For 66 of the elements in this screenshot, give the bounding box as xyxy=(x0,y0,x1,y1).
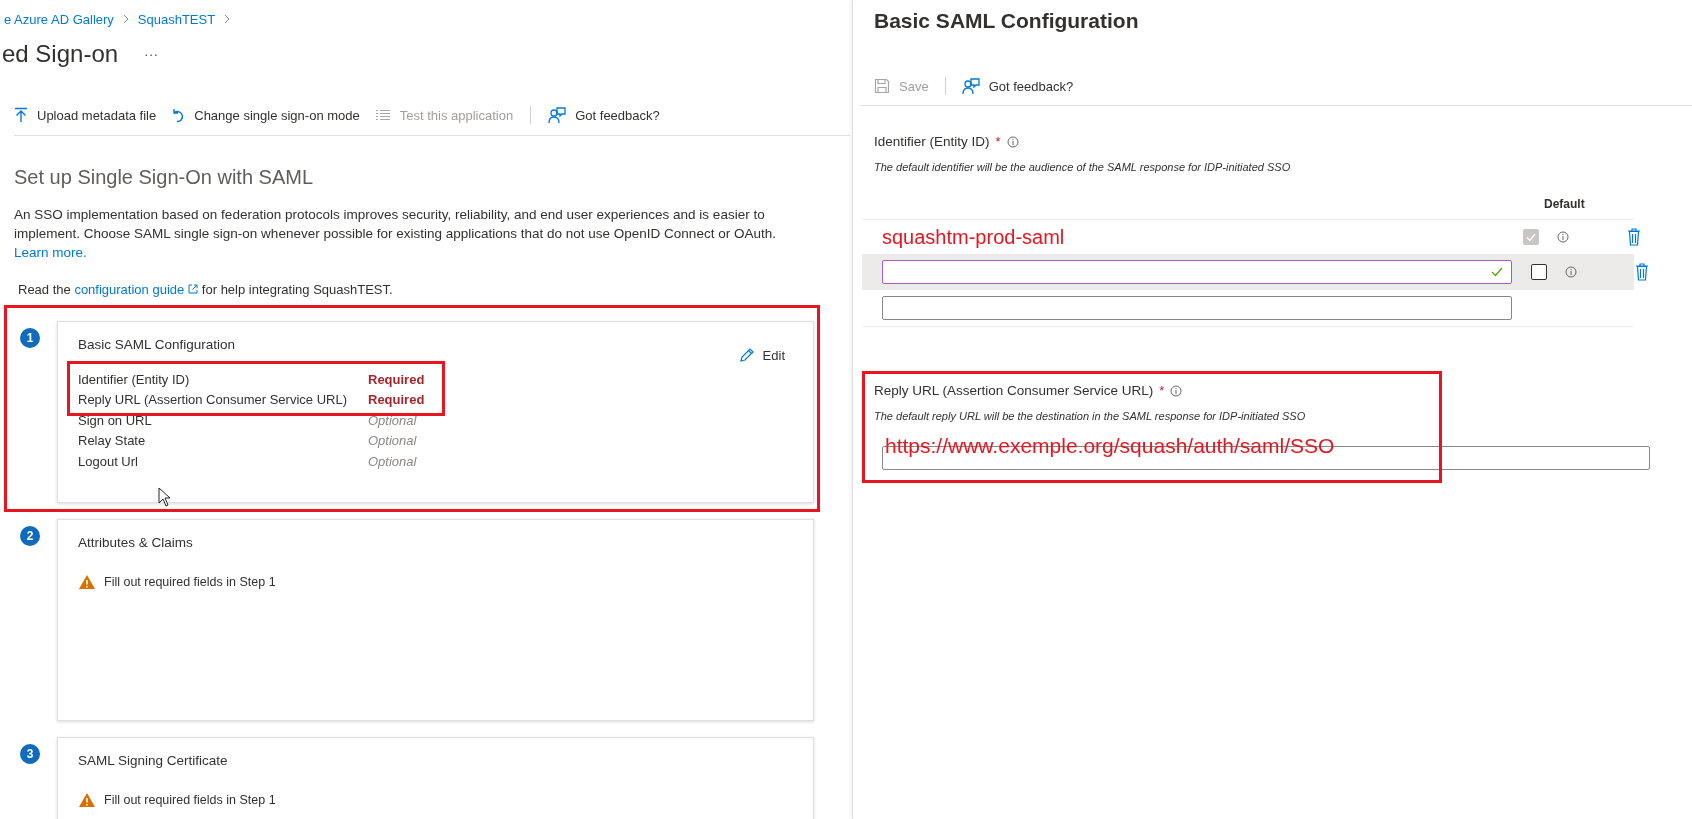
input-field[interactable] xyxy=(882,296,1512,320)
field-label: Relay State xyxy=(78,433,147,449)
guide-text: Read the configuration guide for help integrating SquashTEST. xyxy=(18,282,394,297)
field-label: Reply URL (Assertion Consumer Service URL) xyxy=(874,383,1154,398)
field-status: Required xyxy=(368,392,426,408)
undo-icon xyxy=(171,107,186,123)
warning-icon xyxy=(78,573,96,590)
check-icon xyxy=(1491,267,1503,277)
chevron-icon xyxy=(121,14,130,24)
field-status: Optional xyxy=(368,412,418,428)
chevron-icon xyxy=(223,14,232,24)
check-icon xyxy=(1526,232,1536,242)
hint-text: The default identifier will be the audience of the SAML response for IDP-initiated SSO xyxy=(874,161,1292,173)
field-status: Optional xyxy=(368,433,418,449)
field-label: Identifier (Entity ID) xyxy=(874,134,990,149)
breadcrumb-link[interactable]: SquashTEST xyxy=(137,11,216,27)
field-label: Sign on URL xyxy=(78,412,153,428)
info-icon xyxy=(1557,231,1569,243)
step-number: 3 xyxy=(20,743,40,764)
toolbar-button[interactable]: Upload metadata file xyxy=(14,107,157,123)
toolbar-button[interactable]: Got feedback? xyxy=(548,106,660,124)
pencil-icon xyxy=(738,347,755,363)
edit-button[interactable]: Edit xyxy=(738,347,785,363)
info-icon xyxy=(1170,384,1183,397)
warning-text: Fill out required fields in Step 1 xyxy=(104,574,276,589)
checkbox[interactable] xyxy=(1531,264,1547,280)
warning-icon xyxy=(78,791,96,808)
field-label: Identifier (Entity ID) xyxy=(78,371,191,387)
section-title: Set up Single Sign-On with SAML xyxy=(14,166,315,189)
card-title: Basic SAML Configuration xyxy=(78,337,236,352)
step-number: 2 xyxy=(20,525,40,546)
upload-icon xyxy=(14,107,28,123)
field-label: Logout Url xyxy=(78,453,139,469)
column-header: Default xyxy=(1544,197,1585,211)
learn-more-link[interactable]: Learn more. xyxy=(14,245,87,260)
annotation-text: https://www.exemple.org/squash/auth/saml/SSO xyxy=(885,434,1335,458)
required-mark: * xyxy=(995,134,1001,149)
feedback-icon xyxy=(548,106,567,124)
field-status: Optional xyxy=(368,453,418,469)
toolbar-button[interactable]: Change single sign-on mode xyxy=(171,107,360,123)
hint-text: The default reply URL will be the destination in the SAML response for IDP-initiated SSO xyxy=(874,410,1307,422)
external-link-icon xyxy=(188,284,199,294)
input-field[interactable] xyxy=(882,260,1512,284)
trash-icon xyxy=(1627,228,1641,246)
save-icon xyxy=(874,78,890,94)
field-label: Reply URL (Assertion Consumer Service URL) xyxy=(78,392,348,408)
step-number: 1 xyxy=(20,328,40,348)
breadcrumb-link[interactable]: e Azure AD Gallery xyxy=(4,11,114,27)
warning-text: Fill out required fields in Step 1 xyxy=(104,792,276,807)
panel-title: Basic SAML Configuration xyxy=(874,9,1140,33)
description: An SSO implementation based on federation protocols improves security, reliability, and end user experiences and is easier to implement. Choose SAML single sign-on whenever possible for existing applications that do not use OpenID Connect or OAuth. Learn more. xyxy=(14,206,777,262)
toolbar-button[interactable]: Got feedback? xyxy=(961,77,1074,95)
required-mark: * xyxy=(1159,383,1165,398)
list-icon xyxy=(374,109,391,121)
feedback-icon xyxy=(961,77,980,95)
card-title: SAML Signing Certificate xyxy=(78,752,228,768)
field-status: Required xyxy=(368,371,426,387)
info-icon xyxy=(1565,266,1577,278)
info-icon xyxy=(1006,135,1019,148)
more-button[interactable]: ··· xyxy=(144,46,159,62)
cursor-icon xyxy=(158,487,172,507)
page-title: ed Sign-on xyxy=(2,40,119,68)
configuration-guide-link[interactable]: configuration guide xyxy=(74,282,199,297)
card-title: Attributes & Claims xyxy=(78,534,193,550)
annotation-text: squashtm-prod-saml xyxy=(881,225,1066,249)
trash-icon xyxy=(1635,263,1649,281)
